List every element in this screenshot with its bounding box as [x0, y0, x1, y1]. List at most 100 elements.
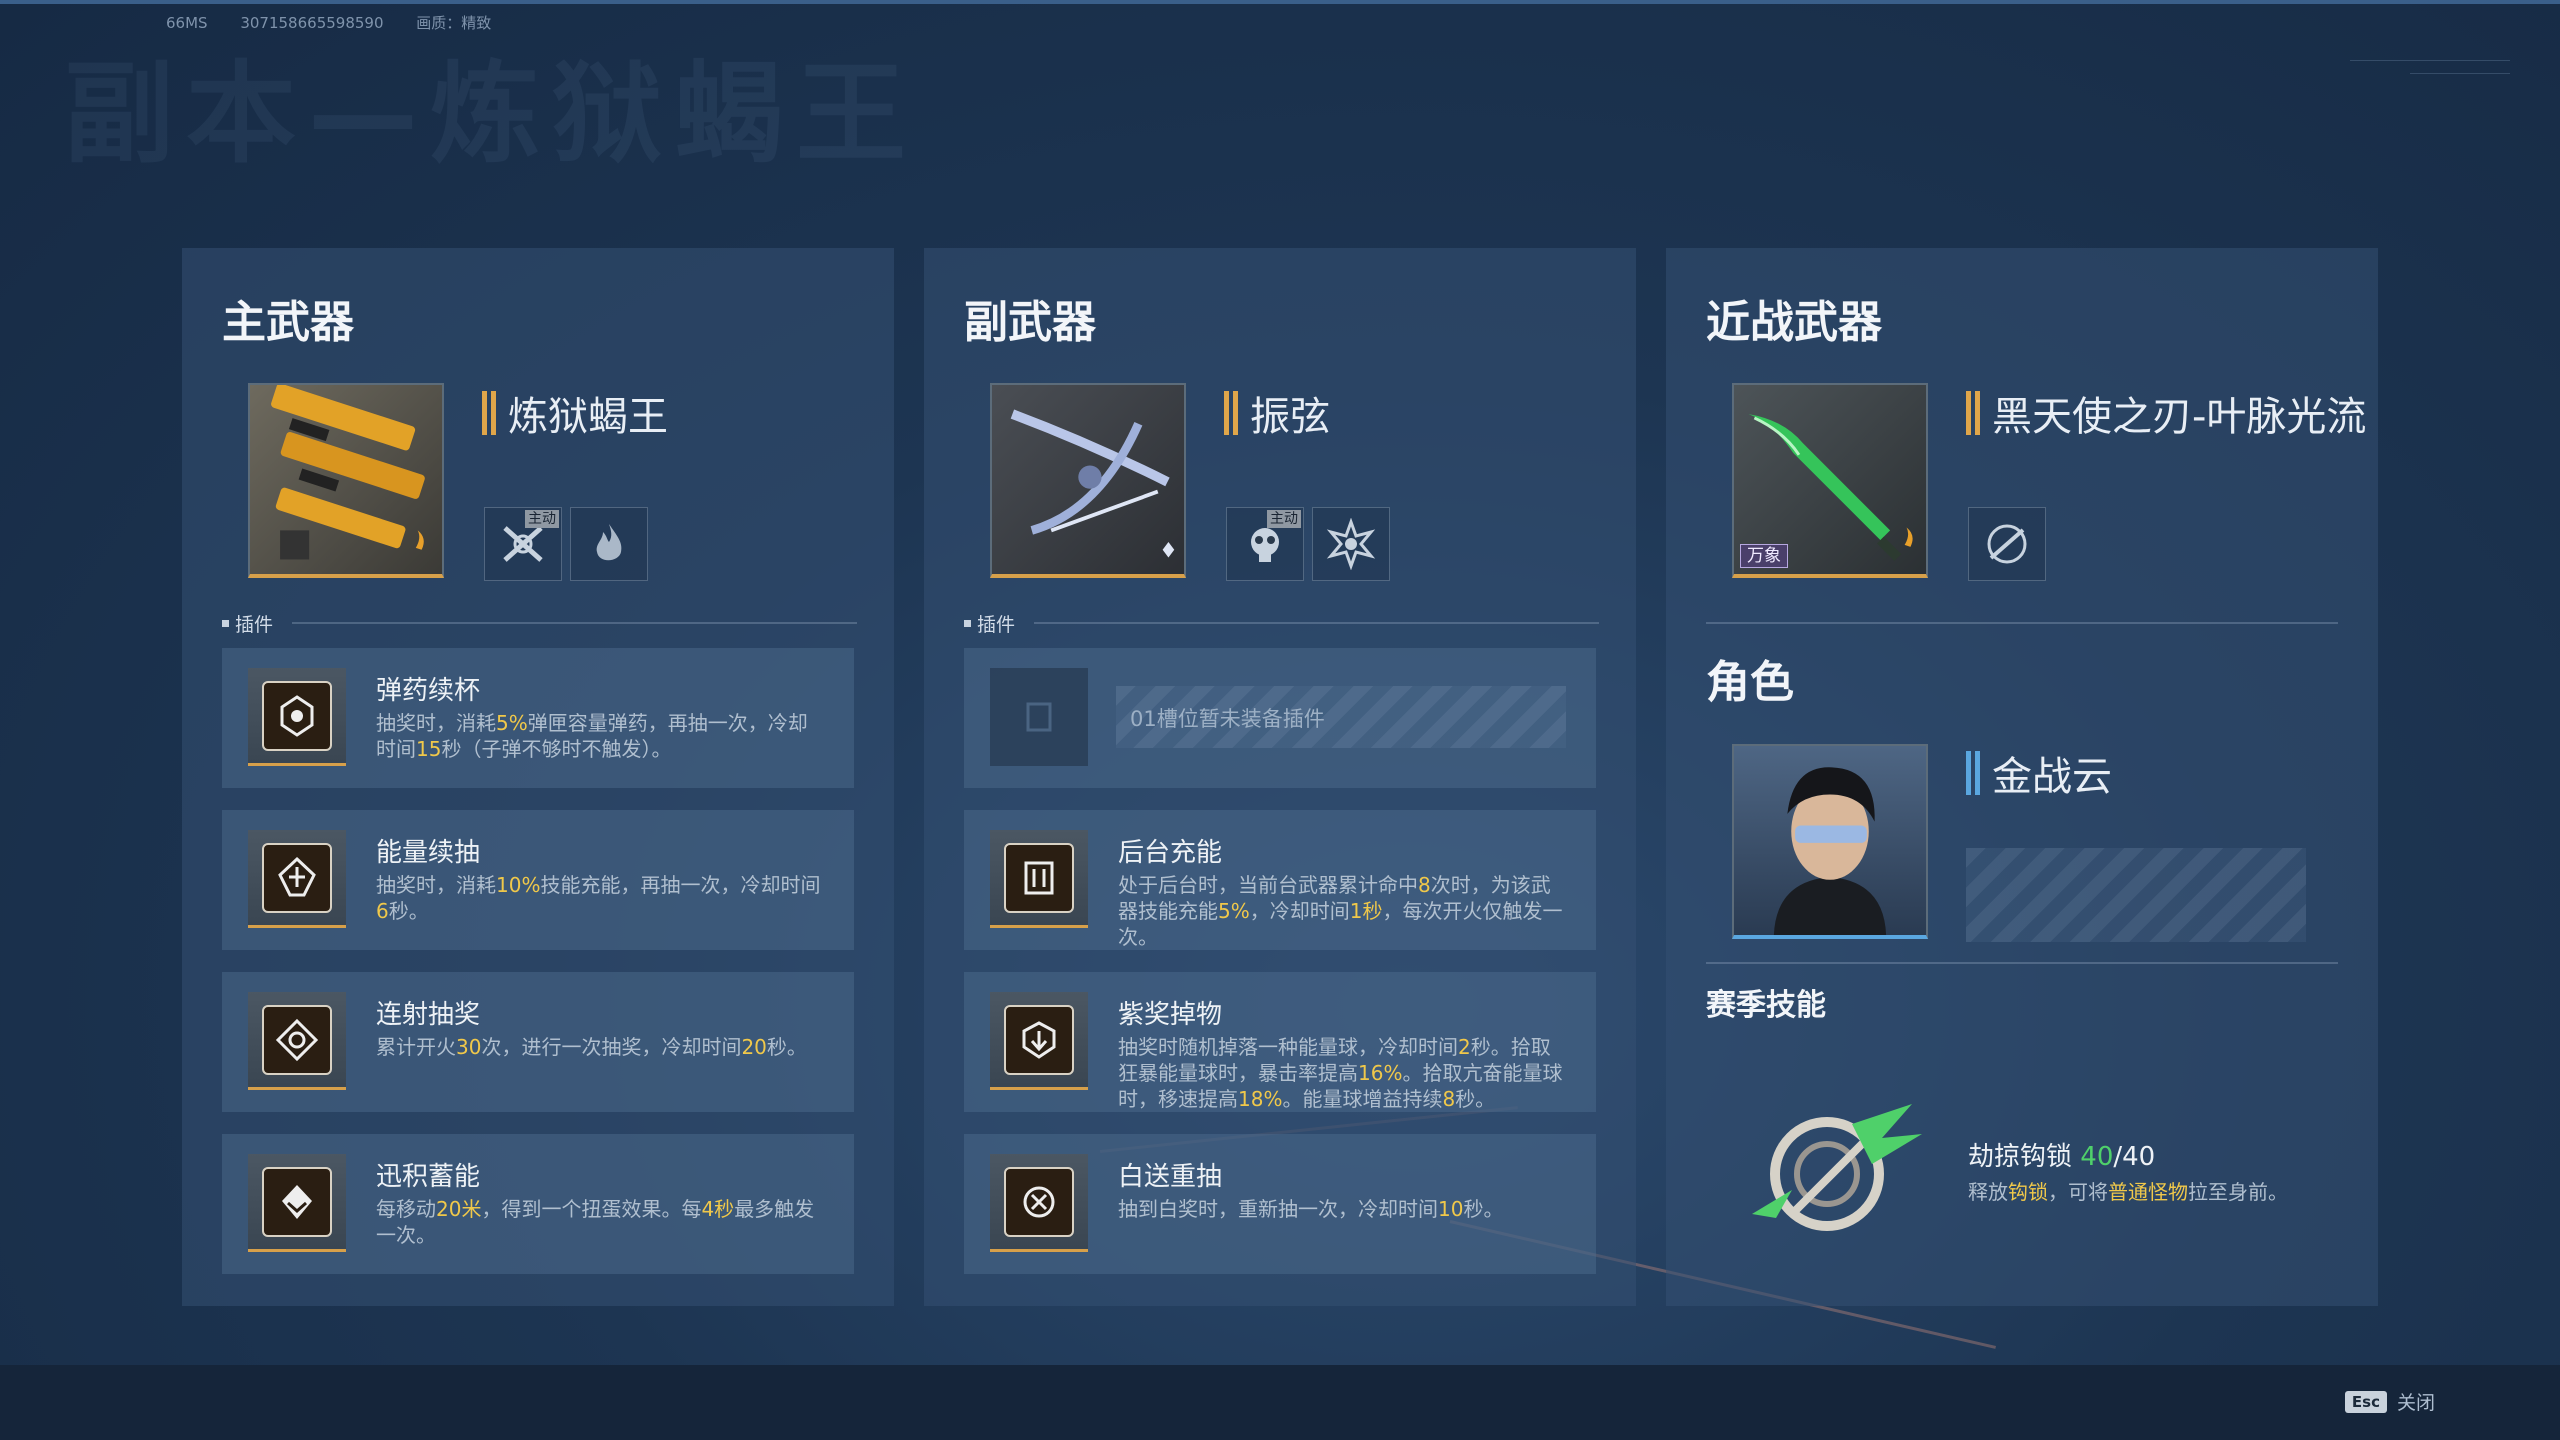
active-skill-badge[interactable]: 主动: [1226, 507, 1304, 581]
plugin-name: 迅积蓄能: [376, 1162, 481, 1192]
panel-title: 主武器: [222, 297, 354, 348]
top-border: [0, 0, 2560, 4]
season-skill-emblem[interactable]: [1732, 1094, 1932, 1244]
plugins-divider: [1034, 622, 1599, 624]
empty-frame-icon: [1026, 702, 1052, 732]
character-title: 角色: [1706, 657, 1794, 708]
purple-drop-icon: [1022, 1020, 1056, 1059]
secondary-weapon-panel: 副武器 振弦 主动 插件 01槽位暂未装备插件 后台充能 处于后台时，当前台武器…: [924, 248, 1636, 1306]
plugin-item[interactable]: 后台充能 处于后台时，当前台武器累计命中8次时，为该武器技能充能5%，冷却时间1…: [964, 810, 1596, 950]
skill-level: 40: [2080, 1142, 2114, 1172]
plugin-desc: 抽奖时，消耗5%弹匣容量弹药，再抽一次，冷却时间15秒（子弹不够时不触发）。: [376, 711, 808, 761]
empty-plugin-slot[interactable]: 01槽位暂未装备插件: [964, 648, 1596, 788]
weapon-skills: [1968, 507, 2046, 581]
section-divider: [1706, 962, 2338, 964]
character-skill-placeholder: [1966, 848, 2306, 942]
empty-slot-icon: [990, 668, 1088, 766]
panel-title: 副武器: [964, 297, 1096, 348]
corner-decoration: [2350, 60, 2510, 101]
burst-skill-badge[interactable]: [1312, 507, 1390, 581]
fire-skill-badge[interactable]: [570, 507, 648, 581]
plugin-desc: 处于后台时，当前台武器累计命中8次时，为该武器技能充能5%，冷却时间1秒，每次开…: [1118, 873, 1563, 949]
reroll-icon: [1023, 1186, 1055, 1217]
plugin-item[interactable]: 白送重抽 抽到白奖时，重新抽一次，冷却时间10秒。: [964, 1134, 1596, 1274]
plugin-desc: 抽到白奖时，重新抽一次，冷却时间10秒。: [1118, 1197, 1504, 1221]
active-tag: 主动: [525, 510, 559, 528]
season-skill-name: 劫掠钩锁 40/40: [1968, 1142, 2156, 1172]
portrait-avatar: [1774, 767, 1886, 935]
plugin-icon: [248, 830, 346, 928]
character-name: 金战云: [1966, 744, 2112, 802]
starburst-icon: [1326, 518, 1376, 570]
active-tag: 主动: [1267, 510, 1301, 528]
weapon-skills: 主动: [484, 507, 648, 581]
plugin-item[interactable]: 能量续抽 抽奖时，消耗10%技能充能，再抽一次，冷却时间6秒。: [222, 810, 854, 950]
weapon-tag: 万象: [1740, 544, 1788, 568]
ammo-refill-icon: [280, 694, 314, 737]
energy-refill-icon: [278, 856, 316, 896]
weapon-name-text: 黑天使之刃-叶脉光流: [1992, 394, 2367, 440]
name-marker: [1966, 391, 1980, 435]
close-button[interactable]: Esc 关闭: [2344, 1388, 2435, 1415]
plugin-name: 紫奖掉物: [1118, 1000, 1223, 1030]
backstage-charge-icon: [1024, 861, 1054, 894]
weapon-name-text: 振弦: [1250, 394, 1330, 440]
plugin-name: 后台充能: [1118, 838, 1223, 868]
character-portrait[interactable]: [1732, 744, 1928, 939]
bow-icon: [1010, 409, 1175, 558]
flame-icon: [596, 524, 622, 561]
plugin-icon: [990, 1154, 1088, 1252]
weapon-name: 振弦: [1224, 384, 1330, 442]
section-divider: [1706, 622, 2338, 624]
plugins-label: 插件: [964, 610, 1015, 637]
weapon-image[interactable]: 万象: [1732, 383, 1928, 578]
melee-character-panel: 近战武器 万象 黑天使之刃-叶脉光流 角色 金战云 赛季技能 劫掠钩锁 40/4…: [1666, 248, 2378, 1306]
skill-level-max: /40: [2113, 1142, 2156, 1172]
plugin-name: 能量续抽: [376, 838, 481, 868]
bottom-bar: [0, 1365, 2560, 1440]
plugin-desc: 累计开火30次，进行一次抽奖，冷却时间20秒。: [376, 1035, 807, 1059]
plugin-icon: [248, 668, 346, 766]
weapon-image[interactable]: [248, 383, 444, 578]
plugins-label: 插件: [222, 610, 273, 637]
close-label: 关闭: [2396, 1392, 2435, 1414]
empty-slot-text: 01槽位暂未装备插件: [1130, 707, 1325, 731]
charge-stack-icon: [282, 1184, 312, 1219]
plugin-name: 连射抽奖: [376, 1000, 481, 1030]
scorpion-gun-icon: [271, 385, 425, 560]
plugin-icon: [990, 992, 1088, 1090]
primary-weapon-panel: 主武器 炼狱蝎王 主动 插件 弹药续杯 抽奖时，消耗5%弹匣容量弹药，再抽一次，…: [182, 248, 894, 1306]
plugin-item[interactable]: 紫奖掉物 抽奖时随机掉落一种能量球，冷却时间2秒。拾取狂暴能量球时，暴击率提高1…: [964, 972, 1596, 1112]
plugin-icon: [248, 1154, 346, 1252]
name-marker: [1224, 391, 1238, 435]
plugins-divider: [292, 622, 857, 624]
plugin-name: 白送重抽: [1118, 1162, 1223, 1192]
plugin-item[interactable]: 迅积蓄能 每移动20米，得到一个扭蛋效果。每4秒最多触发一次。: [222, 1134, 854, 1274]
slash-icon: [1987, 524, 2027, 564]
name-marker: [1966, 751, 1980, 795]
active-skill-badge[interactable]: 主动: [484, 507, 562, 581]
season-skill-title: 赛季技能: [1706, 988, 1826, 1023]
plugin-name: 弹药续杯: [376, 676, 481, 706]
weapon-name-text: 炼狱蝎王: [508, 394, 668, 440]
weapon-skills: 主动: [1226, 507, 1390, 581]
plugin-desc: 抽奖时，消耗10%技能充能，再抽一次，冷却时间6秒。: [376, 873, 821, 923]
plugin-desc: 每移动20米，得到一个扭蛋效果。每4秒最多触发一次。: [376, 1197, 815, 1247]
plugin-desc: 抽奖时随机掉落一种能量球，冷却时间2秒。拾取狂暴能量球时，暴击率提高16%。拾取…: [1118, 1035, 1563, 1111]
melee-skill-badge[interactable]: [1968, 507, 2046, 581]
background-title: 副本—炼狱蝎王: [64, 50, 918, 178]
name-marker: [482, 391, 496, 435]
hook-chain-icon: [1752, 1104, 1922, 1231]
plugin-item[interactable]: 连射抽奖 累计开火30次，进行一次抽奖，冷却时间20秒。: [222, 972, 854, 1112]
plugin-item[interactable]: 弹药续杯 抽奖时，消耗5%弹匣容量弹药，再抽一次，冷却时间15秒（子弹不够时不触…: [222, 648, 854, 788]
panel-title: 近战武器: [1706, 297, 1882, 348]
esc-key-icon: Esc: [2344, 1390, 2387, 1413]
weapon-image[interactable]: [990, 383, 1186, 578]
weapon-name: 炼狱蝎王: [482, 384, 668, 442]
weapon-name: 黑天使之刃-叶脉光流: [1966, 384, 2366, 442]
season-skill-desc: 释放钩锁，可将普通怪物拉至身前。: [1968, 1180, 2288, 1204]
character-name-text: 金战云: [1992, 754, 2112, 800]
burst-lottery-icon: [275, 1018, 319, 1061]
plugin-icon: [990, 830, 1088, 928]
plugin-icon: [248, 992, 346, 1090]
